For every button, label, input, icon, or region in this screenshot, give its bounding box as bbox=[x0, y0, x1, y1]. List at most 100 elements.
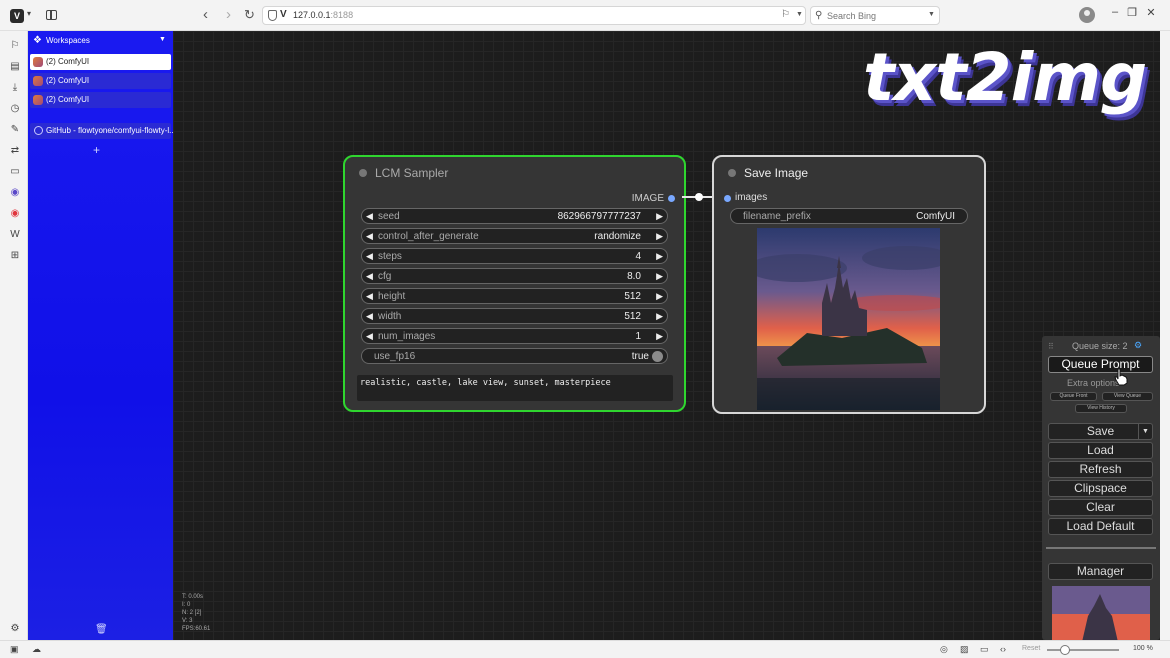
widget-steps[interactable]: ◀ steps 4 ▶ bbox=[361, 248, 668, 264]
clipspace-button[interactable]: Clipspace bbox=[1048, 480, 1153, 497]
widget-width[interactable]: ◀ width 512 ▶ bbox=[361, 308, 668, 324]
mastodon-icon[interactable]: ◉ bbox=[9, 187, 21, 199]
tab-comfyui-1[interactable]: (2) ComfyUI bbox=[30, 54, 171, 70]
collapse-dot-icon[interactable] bbox=[728, 169, 736, 177]
panel-toggle-icon[interactable] bbox=[46, 10, 57, 20]
increment-arrow-icon[interactable]: ▶ bbox=[656, 271, 663, 282]
vivaldi-menu-icon[interactable]: V bbox=[10, 9, 24, 23]
decrement-arrow-icon[interactable]: ◀ bbox=[366, 311, 373, 322]
cloud-sync-icon[interactable]: ☁ bbox=[32, 644, 41, 655]
input-slot-icon[interactable] bbox=[724, 195, 731, 202]
widget-value[interactable]: 4 bbox=[635, 251, 641, 262]
output-slot-icon[interactable] bbox=[668, 195, 675, 202]
bookmarks-icon[interactable]: ⚐ bbox=[9, 40, 21, 52]
tiling-icon[interactable]: ▭ bbox=[980, 644, 989, 655]
prompt-textarea[interactable]: realistic, castle, lake view, sunset, ma… bbox=[357, 375, 673, 401]
widget-value[interactable]: 8.0 bbox=[627, 271, 641, 282]
queue-front-button[interactable]: Queue Front bbox=[1050, 392, 1097, 401]
increment-arrow-icon[interactable]: ▶ bbox=[656, 331, 663, 342]
widget-value[interactable]: ComfyUI bbox=[916, 211, 955, 222]
widget-value[interactable]: randomize bbox=[594, 231, 641, 242]
maximize-icon[interactable]: ❐ bbox=[1125, 6, 1139, 19]
chevron-down-icon[interactable]: ▼ bbox=[159, 36, 166, 43]
widget-use-fp16[interactable]: use_fp16 true bbox=[361, 348, 668, 364]
widget-seed[interactable]: ◀ seed 862966797777237 ▶ bbox=[361, 208, 668, 224]
chevron-down-icon[interactable]: ▼ bbox=[1138, 424, 1152, 439]
image-toggle-icon[interactable]: ▨ bbox=[960, 644, 969, 655]
downloads-icon[interactable]: ⤓ bbox=[9, 82, 21, 94]
close-icon[interactable]: ✕ bbox=[1144, 6, 1158, 19]
chevron-down-icon[interactable]: ▼ bbox=[796, 11, 803, 18]
page-actions-icon[interactable]: ‹› bbox=[1000, 644, 1006, 654]
queue-prompt-button[interactable]: Queue Prompt bbox=[1048, 356, 1153, 373]
image-preview[interactable] bbox=[757, 228, 940, 410]
decrement-arrow-icon[interactable]: ◀ bbox=[366, 331, 373, 342]
chevron-down-icon[interactable]: ▾ bbox=[27, 9, 31, 18]
tab-comfyui-3[interactable]: (2) ComfyUI bbox=[30, 92, 171, 108]
decrement-arrow-icon[interactable]: ◀ bbox=[366, 211, 373, 222]
forward-icon[interactable]: › bbox=[226, 6, 231, 24]
site-info-icon[interactable]: V bbox=[280, 9, 287, 20]
widget-cfg[interactable]: ◀ cfg 8.0 ▶ bbox=[361, 268, 668, 284]
save-button[interactable]: Save ▼ bbox=[1048, 423, 1153, 440]
url-text[interactable]: 127.0.0.1:8188 bbox=[293, 10, 353, 20]
zoom-reset-button[interactable]: Reset bbox=[1022, 645, 1040, 652]
node-title-bar[interactable]: Save Image bbox=[714, 157, 984, 187]
shield-icon[interactable] bbox=[268, 10, 277, 21]
add-panel-icon[interactable]: ⊞ bbox=[9, 250, 21, 262]
manager-button[interactable]: Manager bbox=[1048, 563, 1153, 580]
decrement-arrow-icon[interactable]: ◀ bbox=[366, 291, 373, 302]
node-canvas[interactable]: txt2img LCM Sampler IMAGE ◀ seed 8629667… bbox=[173, 31, 1160, 640]
zoom-slider-knob[interactable] bbox=[1060, 645, 1070, 655]
search-field[interactable]: ⚲ Search Bing ▼ bbox=[810, 6, 940, 25]
settings-gear-icon[interactable]: ⚙ bbox=[1134, 340, 1142, 351]
capture-icon[interactable]: ◎ bbox=[940, 644, 948, 655]
decrement-arrow-icon[interactable]: ◀ bbox=[366, 231, 373, 242]
increment-arrow-icon[interactable]: ▶ bbox=[656, 211, 663, 222]
history-icon[interactable]: ◷ bbox=[9, 103, 21, 115]
zoom-slider-track[interactable] bbox=[1047, 649, 1119, 651]
new-tab-plus-icon[interactable]: + bbox=[93, 143, 100, 157]
increment-arrow-icon[interactable]: ▶ bbox=[656, 251, 663, 262]
decrement-arrow-icon[interactable]: ◀ bbox=[366, 251, 373, 262]
widget-value[interactable]: 512 bbox=[624, 291, 641, 302]
trash-icon[interactable]: 🗑 bbox=[95, 624, 108, 635]
window-panel-icon[interactable]: ▭ bbox=[9, 166, 21, 178]
workspaces-header[interactable]: ❖ Workspaces ▼ bbox=[28, 31, 173, 51]
wikipedia-icon[interactable]: W bbox=[9, 229, 21, 241]
clear-button[interactable]: Clear bbox=[1048, 499, 1153, 516]
view-queue-button[interactable]: View Queue bbox=[1102, 392, 1153, 401]
widget-value[interactable]: 862966797777237 bbox=[558, 211, 641, 222]
settings-gear-icon[interactable]: ⚙ bbox=[9, 623, 21, 635]
extra-options-label[interactable]: Extra options bbox=[1067, 378, 1120, 388]
widget-filename-prefix[interactable]: filename_prefix ComfyUI bbox=[730, 208, 968, 224]
collapse-dot-icon[interactable] bbox=[359, 169, 367, 177]
bookmark-icon[interactable]: ⚐ bbox=[781, 9, 790, 20]
widget-value[interactable]: 1 bbox=[635, 331, 641, 342]
translate-icon[interactable]: ⇄ bbox=[9, 145, 21, 157]
lcm-sampler-node[interactable]: LCM Sampler IMAGE ◀ seed 862966797777237… bbox=[343, 155, 686, 412]
increment-arrow-icon[interactable]: ▶ bbox=[656, 291, 663, 302]
panel-toggle-icon[interactable]: ▣ bbox=[10, 644, 19, 655]
drag-handle-icon[interactable]: ⠿ bbox=[1048, 342, 1054, 351]
decrement-arrow-icon[interactable]: ◀ bbox=[366, 271, 373, 282]
widget-control-after-generate[interactable]: ◀ control_after_generate randomize ▶ bbox=[361, 228, 668, 244]
increment-arrow-icon[interactable]: ▶ bbox=[656, 311, 663, 322]
vivaldi-social-icon[interactable]: ◉ bbox=[9, 208, 21, 220]
address-bar[interactable]: V 127.0.0.1:8188 ⚐ ▼ bbox=[262, 6, 806, 25]
thumbnail-preview[interactable] bbox=[1052, 586, 1150, 640]
tab-comfyui-2[interactable]: (2) ComfyUI bbox=[30, 73, 171, 89]
back-icon[interactable]: ‹ bbox=[203, 6, 208, 24]
node-title-bar[interactable]: LCM Sampler bbox=[345, 157, 684, 187]
increment-arrow-icon[interactable]: ▶ bbox=[656, 231, 663, 242]
minimize-icon[interactable]: – bbox=[1108, 6, 1122, 18]
profile-icon[interactable] bbox=[1079, 7, 1095, 23]
widget-num-images[interactable]: ◀ num_images 1 ▶ bbox=[361, 328, 668, 344]
link-midpoint-icon[interactable] bbox=[695, 193, 703, 201]
refresh-button[interactable]: Refresh bbox=[1048, 461, 1153, 478]
toggle-knob-icon[interactable] bbox=[652, 351, 663, 362]
load-button[interactable]: Load bbox=[1048, 442, 1153, 459]
notes-icon[interactable]: ✎ bbox=[9, 124, 21, 136]
reading-list-icon[interactable]: ▤ bbox=[9, 61, 21, 73]
chevron-down-icon[interactable]: ▼ bbox=[928, 11, 935, 18]
